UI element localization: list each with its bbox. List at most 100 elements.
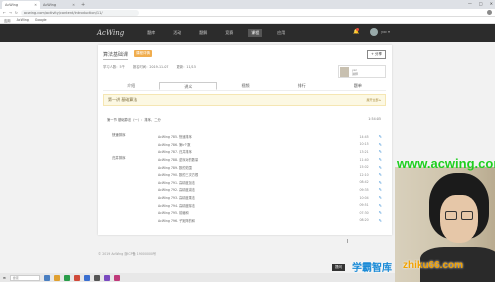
teacher-role: 讲师 xyxy=(352,71,359,76)
problem-duration: 11:40 xyxy=(359,157,369,162)
taskbar-search[interactable]: 搜索 xyxy=(9,274,40,281)
nav-item-contests[interactable]: 竞赛 xyxy=(222,29,236,37)
close-tab-icon[interactable]: ✕ xyxy=(72,3,75,7)
bookmark-item[interactable]: Google xyxy=(35,18,47,22)
problem-row[interactable]: AcWing 796. 子矩阵的和 08:20 ✎ xyxy=(158,217,382,225)
chapter-title: 第一讲 基础算法 xyxy=(108,97,138,102)
edit-pencil-icon[interactable]: ✎ xyxy=(379,142,382,147)
taskbar-app-icon[interactable] xyxy=(93,274,100,281)
meta-update: 更新：11/15 xyxy=(176,65,196,69)
start-icon[interactable]: ⊞ xyxy=(3,276,6,280)
taskbar-app-icon[interactable] xyxy=(63,274,70,281)
bookmark-item[interactable]: AcWing xyxy=(17,18,29,22)
problem-duration: 10:04 xyxy=(359,195,369,200)
course-title: 算法基础课 xyxy=(103,52,129,60)
edit-pencil-icon[interactable]: ✎ xyxy=(379,165,382,170)
taskbar-app-icon[interactable] xyxy=(83,274,90,281)
edit-pencil-icon[interactable]: ✎ xyxy=(379,149,382,154)
tab-problems[interactable]: 题单 xyxy=(330,82,386,90)
watermark-xueba: 学霸智库 xyxy=(352,263,392,274)
browser-tab-active[interactable]: AcWing ✕ xyxy=(2,1,40,9)
problem-row[interactable]: AcWing 792. 高精度减法 09:35 ✎ xyxy=(158,186,382,194)
chrome-icon[interactable] xyxy=(73,274,80,281)
nav-item-courses[interactable]: 课程 xyxy=(248,29,263,37)
edit-pencil-icon[interactable]: ✎ xyxy=(379,187,382,192)
course-tabs: 介绍 讲义 视频 排行 题单 xyxy=(103,82,386,91)
expand-all-link[interactable]: 展开全部 ▸ xyxy=(367,98,381,102)
taskbar-app-icon[interactable] xyxy=(113,274,120,281)
tab-title: AcWing xyxy=(43,3,57,7)
problem-row[interactable]: AcWing 791. 高精度加法 08:42 ✎ xyxy=(158,179,382,187)
problem-list: AcWing 785. 快速排序 14:45 ✎ AcWing 786. 第k个数 10… xyxy=(158,133,382,224)
close-window-button[interactable]: ✕ xyxy=(490,1,493,6)
tab-intro[interactable]: 介绍 xyxy=(103,82,159,90)
problem-title: AcWing 795. 前缀和 xyxy=(158,211,189,216)
problem-duration: 10:15 xyxy=(359,142,369,147)
problem-title: AcWing 796. 子矩阵的和 xyxy=(158,218,195,223)
reload-icon[interactable]: ↻ xyxy=(15,11,18,15)
problem-title: AcWing 786. 第k个数 xyxy=(158,142,191,147)
close-tab-icon[interactable]: ✕ xyxy=(34,3,37,7)
tab-ranking[interactable]: 排行 xyxy=(274,82,330,90)
problem-row[interactable]: AcWing 788. 逆序对的数量 11:40 ✎ xyxy=(158,156,382,164)
edit-pencil-icon[interactable]: ✎ xyxy=(379,180,382,185)
nav-item-problems[interactable]: 题库 xyxy=(144,29,158,37)
problem-duration: 07:30 xyxy=(359,210,369,215)
taskbar-app-icon[interactable] xyxy=(43,274,50,281)
page-footer: © 2019 AcWing 浙ICP备 19000000号 xyxy=(98,252,157,256)
edit-pencil-icon[interactable]: ✎ xyxy=(379,203,382,208)
share-button[interactable]: + 分享 xyxy=(366,50,386,59)
url-input[interactable]: acwing.com/activity/content/introduction… xyxy=(20,9,139,16)
browser-tab[interactable]: AcWing ✕ xyxy=(40,1,78,9)
chapter-header[interactable]: 第一讲 基础算法 展开全部 ▸ xyxy=(103,94,386,106)
course-card: 算法基础课 课程详情 + 分享 学习人数：5千 报名时间：2019-11-07 … xyxy=(98,45,392,235)
problem-row[interactable]: AcWing 786. 第k个数 10:15 ✎ xyxy=(158,141,382,149)
edit-pencil-icon[interactable]: ✎ xyxy=(379,172,382,177)
group-mergesort: 归并排序 xyxy=(112,156,126,160)
nav-item-apps[interactable]: 应用 xyxy=(274,29,288,37)
tab-notes[interactable]: 讲义 xyxy=(159,82,218,90)
user-avatar[interactable] xyxy=(370,28,378,36)
lecture-title: 第一节 基础算法（一）：排序、二分 xyxy=(107,118,161,122)
notification-bell-icon[interactable]: 🔔 xyxy=(353,28,359,35)
maximize-button[interactable]: □ xyxy=(479,1,483,6)
ask-question-button[interactable]: 提问 xyxy=(332,264,345,271)
forward-icon[interactable]: → xyxy=(9,11,12,15)
group-quicksort: 快速排序 xyxy=(112,133,126,137)
os-taskbar: ⊞ 搜索 xyxy=(0,273,395,282)
nav-item-activities[interactable]: 活动 xyxy=(170,29,184,37)
nav-item-solutions[interactable]: 题解 xyxy=(196,29,210,37)
profile-icon[interactable] xyxy=(487,10,492,15)
folder-icon[interactable] xyxy=(53,274,60,281)
problem-title: AcWing 787. 归并排序 xyxy=(158,150,192,155)
bookmark-item[interactable]: 应用 xyxy=(4,18,11,23)
user-menu[interactable]: yxc ▾ xyxy=(381,30,390,34)
meta-learners: 学习人数：5千 xyxy=(103,65,125,69)
edit-pencil-icon[interactable]: ✎ xyxy=(379,157,382,162)
site-logo[interactable]: AcWing xyxy=(97,29,124,37)
problem-row[interactable]: AcWing 793. 高精度乘法 10:04 ✎ xyxy=(158,194,382,202)
window-controls: — □ ✕ xyxy=(468,1,493,6)
edit-pencil-icon[interactable]: ✎ xyxy=(379,210,382,215)
problem-row[interactable]: AcWing 790. 数的三次方根 12:10 ✎ xyxy=(158,171,382,179)
problem-row[interactable]: AcWing 794. 高精度除法 09:51 ✎ xyxy=(158,201,382,209)
problem-row[interactable]: AcWing 795. 前缀和 07:30 ✎ xyxy=(158,209,382,217)
course-badge[interactable]: 课程详情 xyxy=(134,50,152,57)
problem-row[interactable]: AcWing 785. 快速排序 14:45 ✎ xyxy=(158,133,382,141)
edit-pencil-icon[interactable]: ✎ xyxy=(379,134,382,139)
tab-videos[interactable]: 视频 xyxy=(217,82,273,90)
edit-pencil-icon[interactable]: ✎ xyxy=(379,195,382,200)
minimize-button[interactable]: — xyxy=(468,1,472,6)
edit-pencil-icon[interactable]: ✎ xyxy=(379,218,382,223)
problem-row[interactable]: AcWing 789. 数的范围 15:02 ✎ xyxy=(158,163,382,171)
problem-duration: 09:51 xyxy=(359,203,369,208)
problem-row[interactable]: AcWing 787. 归并排序 13:21 ✎ xyxy=(158,148,382,156)
teacher-card[interactable]: yxc 讲师 xyxy=(338,65,386,78)
new-tab-button[interactable]: + xyxy=(81,2,85,8)
lecture-row[interactable]: 第一节 基础算法（一）：排序、二分 1:54:05 xyxy=(107,117,381,122)
back-icon[interactable]: ← xyxy=(3,11,6,15)
problem-duration: 08:20 xyxy=(359,218,369,223)
taskbar-app-icon[interactable] xyxy=(103,274,110,281)
problem-title: AcWing 792. 高精度减法 xyxy=(158,188,195,193)
text-cursor: I xyxy=(347,239,349,245)
